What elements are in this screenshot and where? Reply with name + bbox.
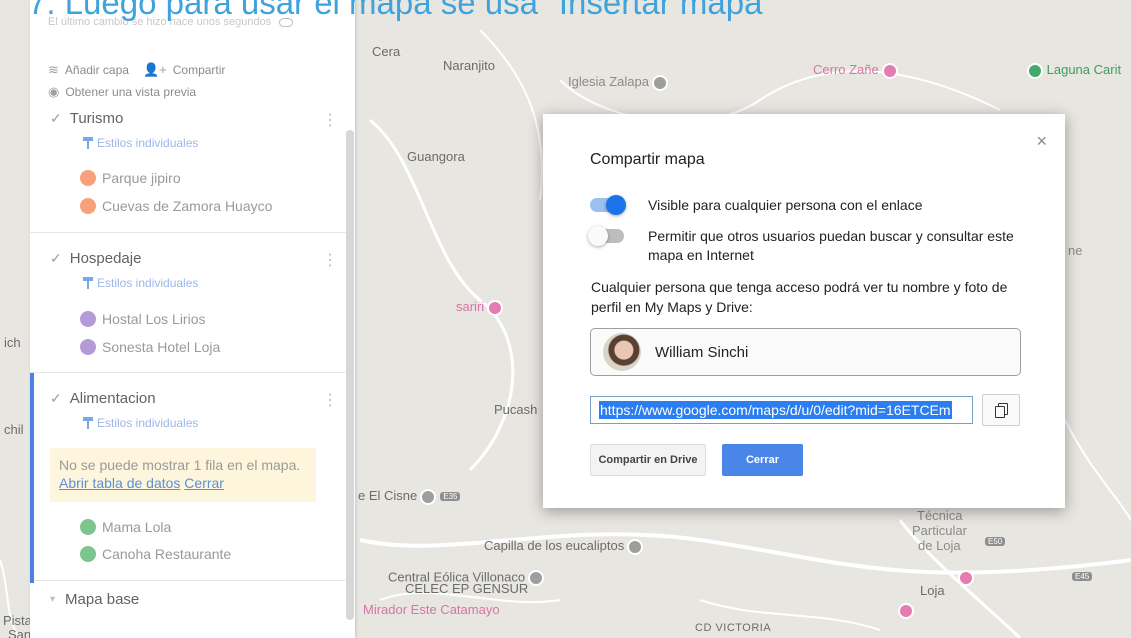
map-label-particular: Particular (912, 523, 967, 538)
place-pin-icon[interactable] (627, 538, 644, 555)
active-layer-indicator (30, 373, 34, 583)
avatar (603, 333, 641, 371)
layer-title-hospedaje[interactable]: ✓ Hospedaje (50, 250, 141, 267)
layers-panel: El último cambio se hizo hace unos segun… (30, 0, 355, 638)
warning-text: No se puede mostrar 1 fila en el mapa. (59, 457, 301, 473)
open-data-table-link[interactable]: Abrir tabla de datos (59, 475, 180, 491)
map-label-mirador: Mirador Este Catamayo (363, 602, 500, 617)
map-label-iglesia: Iglesia Zalapa (568, 74, 668, 91)
checkbox-icon[interactable]: ✓ (50, 110, 62, 127)
panel-toolbar: ≋ Añadir capa 👤+ Compartir (48, 62, 225, 78)
map-label-tecnica: Técnica (917, 508, 963, 523)
checkbox-icon[interactable]: ✓ (50, 250, 62, 267)
place-pin-icon[interactable] (651, 74, 668, 91)
share-link-text[interactable]: https://www.google.com/maps/d/u/0/edit?m… (599, 401, 952, 419)
place-marker-icon (80, 339, 96, 355)
share-in-drive-button[interactable]: Compartir en Drive (590, 444, 706, 476)
place-item[interactable]: Mama Lola (80, 519, 171, 535)
map-label-laguna: Laguna Carit (1024, 62, 1121, 79)
share-map-dialog: Compartir mapa × Visible para cualquier … (543, 114, 1065, 508)
map-label-pucash: Pucash (494, 402, 538, 417)
layer-title-turismo[interactable]: ✓ Turismo (50, 110, 123, 127)
close-dialog-button[interactable]: Cerrar (722, 444, 803, 476)
warning-box: No se puede mostrar 1 fila en el mapa. A… (50, 448, 316, 502)
add-person-icon: 👤+ (142, 62, 167, 77)
share-link-field[interactable]: https://www.google.com/maps/d/u/0/edit?m… (590, 396, 973, 424)
layer-title-alimentacion[interactable]: ✓ Alimentacion (50, 390, 156, 407)
place-pin-icon[interactable] (881, 62, 898, 79)
divider (30, 232, 355, 233)
style-link[interactable]: Estilos individuales (83, 416, 198, 430)
layers-icon: ≋ (48, 62, 59, 77)
map-label-el-cisne: e El Cisne E35 (358, 488, 461, 505)
map-label-chil: chil (4, 422, 24, 437)
profile-visibility-info: Cualquier persona que tenga acceso podrá… (591, 279, 1008, 315)
page-heading: 7. Luego para usar el mapa se usa "Inser… (28, 0, 775, 21)
layer-options-icon[interactable]: ⋮ (322, 250, 338, 270)
style-link[interactable]: Estilos individuales (83, 136, 198, 150)
place-marker-icon (80, 546, 96, 562)
copy-link-button[interactable] (982, 394, 1020, 426)
road-badge-e50: E50 (985, 537, 1006, 546)
layer-options-icon[interactable]: ⋮ (322, 390, 338, 410)
add-layer-button[interactable]: Añadir capa (65, 63, 129, 77)
preview-row[interactable]: ◉ Obtener una vista previa (48, 84, 196, 100)
place-pin-icon[interactable] (528, 570, 545, 586)
map-label-ich: ich (4, 335, 21, 350)
divider (30, 372, 355, 373)
public-search-label: Permitir que otros usuarios puedan busca… (648, 228, 1014, 263)
map-label-cera: Cera (372, 44, 401, 59)
paint-roller-icon (83, 417, 93, 429)
expand-icon[interactable]: ▾ (50, 594, 55, 605)
map-label-loja: Loja (920, 583, 945, 598)
place-item[interactable]: Cuevas de Zamora Huayco (80, 198, 272, 214)
checkbox-icon[interactable]: ✓ (50, 390, 62, 407)
user-card: William Sinchi (590, 328, 1021, 376)
map-label-naranjito: Naranjito (443, 58, 496, 73)
map-label-guangora: Guangora (407, 149, 465, 164)
place-item[interactable]: Canoha Restaurante (80, 546, 231, 562)
map-label-celec: CELEC EP GENSUR (405, 581, 529, 596)
layer-options-icon[interactable]: ⋮ (322, 110, 338, 130)
map-label-sariri: sariri (456, 299, 504, 316)
user-name: William Sinchi (655, 343, 749, 361)
place-item[interactable]: Parque jipiro (80, 170, 181, 186)
visible-link-label: Visible para cualquier persona con el en… (648, 197, 923, 213)
close-icon[interactable]: × (1036, 131, 1047, 152)
place-item[interactable]: Hostal Los Lirios (80, 311, 206, 327)
hotel-pin-icon[interactable] (958, 570, 974, 586)
place-item[interactable]: Sonesta Hotel Loja (80, 339, 220, 355)
base-map-toggle[interactable]: ▾ Mapa base (50, 591, 139, 608)
close-warning-link[interactable]: Cerrar (184, 475, 224, 491)
paint-roller-icon (83, 277, 93, 289)
panel-scrollbar[interactable] (346, 130, 354, 620)
eye-icon: ◉ (48, 84, 60, 99)
map-label-cerro: Cerro Zañe (813, 62, 898, 79)
share-button[interactable]: Compartir (173, 63, 226, 77)
public-search-toggle[interactable] (588, 226, 624, 246)
map-label-de-loja: de Loja (918, 538, 961, 553)
style-link[interactable]: Estilos individuales (83, 276, 198, 290)
place-marker-icon (80, 170, 96, 186)
paint-roller-icon (83, 137, 93, 149)
dialog-title: Compartir mapa (590, 151, 705, 168)
map-label-capilla: Capilla de los eucaliptos (484, 538, 644, 555)
place-marker-icon (80, 519, 96, 535)
road-badge-e45: E45 (1072, 572, 1093, 581)
map-label-victoria: CD VICTORIA (695, 622, 772, 634)
place-marker-icon (80, 198, 96, 214)
map-label-ne: ne (1068, 243, 1083, 258)
preview-button[interactable]: Obtener una vista previa (65, 85, 196, 99)
place-marker-icon (80, 311, 96, 327)
visible-link-toggle[interactable] (590, 195, 626, 215)
place-pin-icon[interactable] (420, 488, 437, 505)
road-badge: E35 (440, 492, 461, 502)
place-pin-icon[interactable] (487, 299, 504, 316)
place-pin-icon[interactable] (1027, 62, 1043, 79)
hotel-pin-icon[interactable] (898, 603, 914, 619)
divider (30, 580, 355, 581)
